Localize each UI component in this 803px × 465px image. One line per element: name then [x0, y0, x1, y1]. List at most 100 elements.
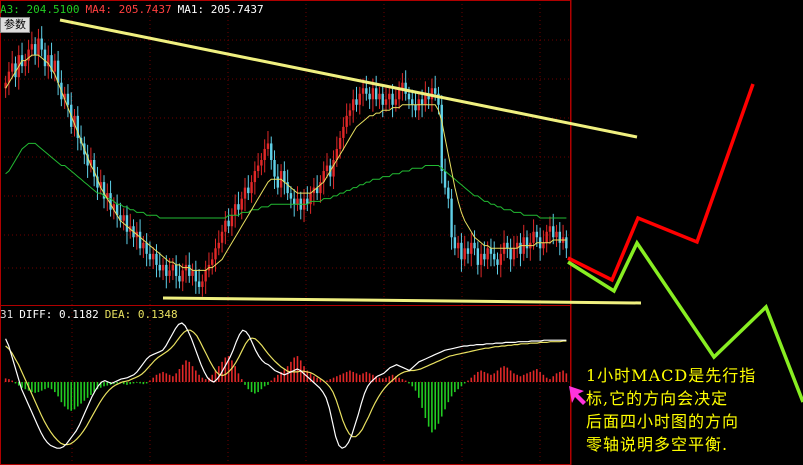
candle-body [10, 63, 14, 72]
candle-body [240, 198, 243, 210]
candle-body [479, 253, 483, 265]
annotation-line: 零轴说明多空平衡. [586, 435, 729, 454]
candle-body [37, 38, 40, 56]
legend-entry: MA4: 205.7437 [85, 3, 172, 16]
candle-body [394, 99, 398, 105]
candle-body [355, 99, 358, 105]
candle-body [470, 242, 473, 254]
candle-body [220, 231, 224, 243]
candle-body [493, 253, 496, 260]
candle-body [374, 88, 378, 100]
candle-body [548, 226, 552, 232]
candle-body [266, 143, 270, 149]
candle-body [33, 44, 37, 56]
price-legend: A3: 204.5100 MA4: 205.7437 MA1: 205.7437 [0, 3, 270, 16]
candle-body [230, 215, 234, 227]
candle-body [24, 60, 27, 67]
candle-body [365, 88, 368, 94]
candle-body [512, 248, 516, 260]
candle-body [142, 242, 145, 249]
candle-body [171, 264, 175, 271]
candle-body [40, 38, 43, 50]
candle-body [250, 182, 253, 194]
candle-body [555, 231, 558, 238]
candle-body [273, 160, 276, 177]
candle-body [260, 160, 263, 166]
candle-body [483, 253, 486, 260]
candle-body [194, 270, 198, 282]
annotation-text: 1小时MACD是先行指 标,它的方向会决定 后面四小时图的方向 零轴说明多空平衡… [586, 364, 796, 456]
candle-body [122, 215, 125, 221]
candle-body [181, 270, 184, 282]
candle-body [552, 226, 555, 238]
candle-body [43, 49, 47, 67]
candle-body [233, 204, 237, 216]
candle-body [466, 248, 470, 254]
candle-body [496, 259, 499, 265]
candle-body [256, 165, 260, 172]
candle-body [345, 115, 348, 127]
candle-body [296, 198, 299, 205]
candle-body [227, 220, 230, 227]
candle-body [473, 242, 476, 249]
candle-body [125, 215, 129, 232]
candle-body [158, 264, 161, 271]
candle-body [542, 242, 545, 249]
candle-body [381, 93, 384, 105]
candle-body [214, 248, 217, 260]
candle-body [525, 237, 529, 249]
legend-entry: MA1: 205.7437 [177, 3, 264, 16]
candle-body [191, 270, 194, 276]
candle-body [371, 88, 375, 100]
candle-body [506, 242, 509, 249]
candle-body [325, 165, 329, 172]
candle-body [109, 193, 112, 210]
candle-body [486, 248, 489, 260]
candle-body [292, 198, 296, 205]
candle-body [404, 82, 407, 94]
candle-body [476, 248, 480, 265]
param-tag[interactable]: 参数 [0, 17, 30, 33]
legend-entry: DEA: 0.1348 [104, 308, 178, 321]
candle-body [388, 93, 391, 100]
candle-body [463, 248, 466, 260]
candle-body [148, 253, 152, 260]
candle-body [499, 253, 502, 265]
candle-body [443, 171, 447, 188]
candle-body [535, 231, 539, 238]
candle-body [253, 171, 257, 183]
candle-body [178, 275, 181, 282]
candle-body [358, 93, 361, 105]
candle-body [519, 242, 522, 254]
candle-body [361, 88, 365, 94]
candle-body [145, 242, 148, 254]
candle-body [197, 281, 201, 287]
candle-body [509, 248, 512, 260]
candle-body [332, 160, 335, 177]
candle-body [368, 93, 371, 100]
candle-body [453, 237, 457, 249]
candle-body [440, 104, 443, 172]
candle-body [204, 270, 207, 282]
annotation-line: 标,它的方向会决定 [586, 389, 729, 408]
candle-body [338, 137, 342, 149]
candle-body [217, 242, 220, 249]
candle-body [407, 93, 411, 100]
candle-body [384, 99, 388, 105]
candle-body [342, 126, 345, 138]
candle-body [276, 176, 280, 188]
candle-body [237, 204, 240, 210]
candle-body [532, 231, 535, 243]
legend-entry: A3: 204.5100 [0, 3, 80, 16]
candle-body [565, 237, 568, 249]
candle-body [283, 171, 286, 183]
candle-body [558, 231, 562, 243]
annotation-line: 1小时MACD是先行指 [586, 366, 757, 385]
candle-body [263, 148, 266, 160]
candle-body [211, 259, 214, 265]
candle-body [53, 60, 57, 72]
candle-body [188, 264, 191, 276]
candle-body [348, 110, 352, 116]
candle-body [401, 82, 404, 89]
legend-entry: 31 [0, 308, 14, 321]
